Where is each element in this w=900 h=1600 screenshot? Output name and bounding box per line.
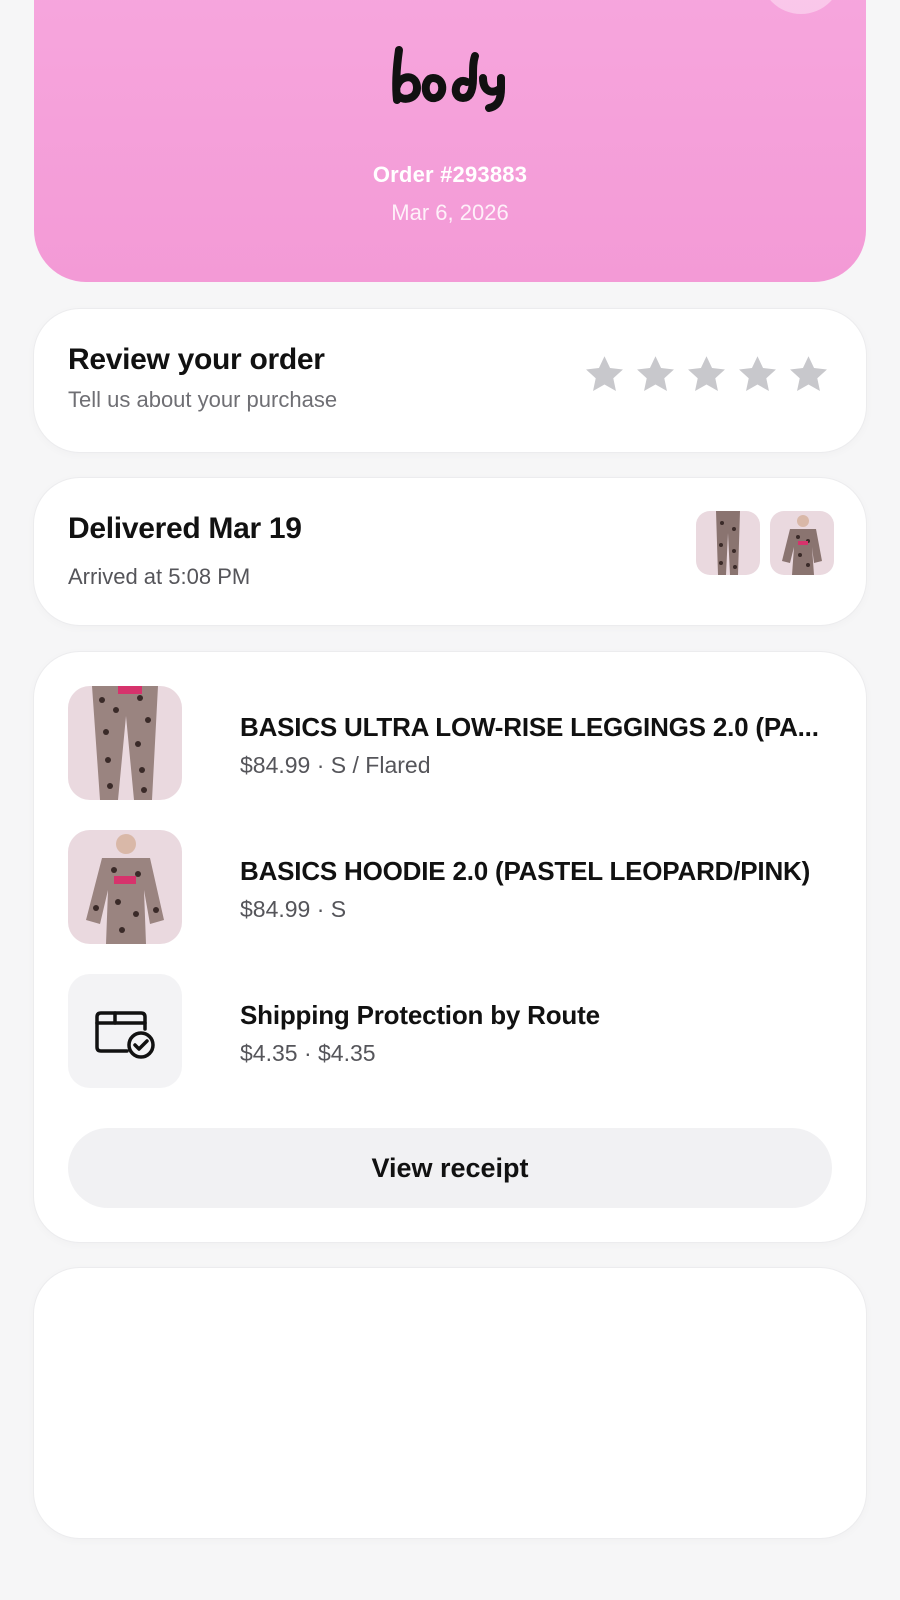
star-icon[interactable] (787, 353, 830, 396)
delivered-item-thumbnails (696, 511, 834, 575)
list-item[interactable]: BASICS ULTRA LOW-RISE LEGGINGS 2.0 (PA..… (68, 686, 832, 802)
order-number: Order #293883 (372, 162, 528, 187)
star-icon[interactable] (736, 353, 779, 396)
hoodie-image (68, 830, 182, 944)
item-name: Shipping Protection by Route (240, 1000, 600, 1030)
item-price-variant: $4.35 · $4.35 (240, 1040, 376, 1066)
delivery-status-card[interactable]: Delivered Mar 19 Arrived at 5:08 PM (34, 478, 866, 625)
review-subtitle: Tell us about your purchase (68, 387, 338, 412)
more-options-button[interactable] (760, 0, 842, 14)
list-item[interactable]: BASICS HOODIE 2.0 (PASTEL LEOPARD/PINK) … (68, 830, 832, 946)
view-receipt-button[interactable]: View receipt (68, 1128, 832, 1208)
empty-card (34, 1268, 866, 1538)
item-price-variant: $84.99 · S / Flared (240, 752, 431, 778)
star-icon[interactable] (685, 353, 728, 396)
package-check-icon (68, 974, 182, 1088)
item-name: BASICS HOODIE 2.0 (PASTEL LEOPARD/PINK) (240, 856, 811, 886)
order-header: Order #293883 Mar 6, 2026 (34, 0, 866, 282)
star-icon[interactable] (634, 353, 677, 396)
review-card[interactable]: Review your order Tell us about your pur… (34, 309, 866, 452)
item-name: BASICS ULTRA LOW-RISE LEGGINGS 2.0 (PA..… (240, 712, 819, 742)
review-title: Review your order (68, 343, 325, 376)
brand-logo (34, 42, 866, 117)
rating-stars[interactable] (583, 353, 830, 396)
delivery-title: Delivered Mar 19 (68, 512, 302, 545)
list-item[interactable]: Shipping Protection by Route $4.35 · $4.… (68, 974, 832, 1090)
order-items-card: BASICS ULTRA LOW-RISE LEGGINGS 2.0 (PA..… (34, 652, 866, 1242)
delivery-subtitle: Arrived at 5:08 PM (68, 564, 251, 589)
item-price-variant: $84.99 · S (240, 896, 347, 922)
leggings-image (68, 686, 182, 800)
hoodie-thumbnail (770, 511, 834, 575)
star-icon[interactable] (583, 353, 626, 396)
order-date: Mar 6, 2026 (391, 200, 509, 225)
leggings-thumbnail (696, 511, 760, 575)
